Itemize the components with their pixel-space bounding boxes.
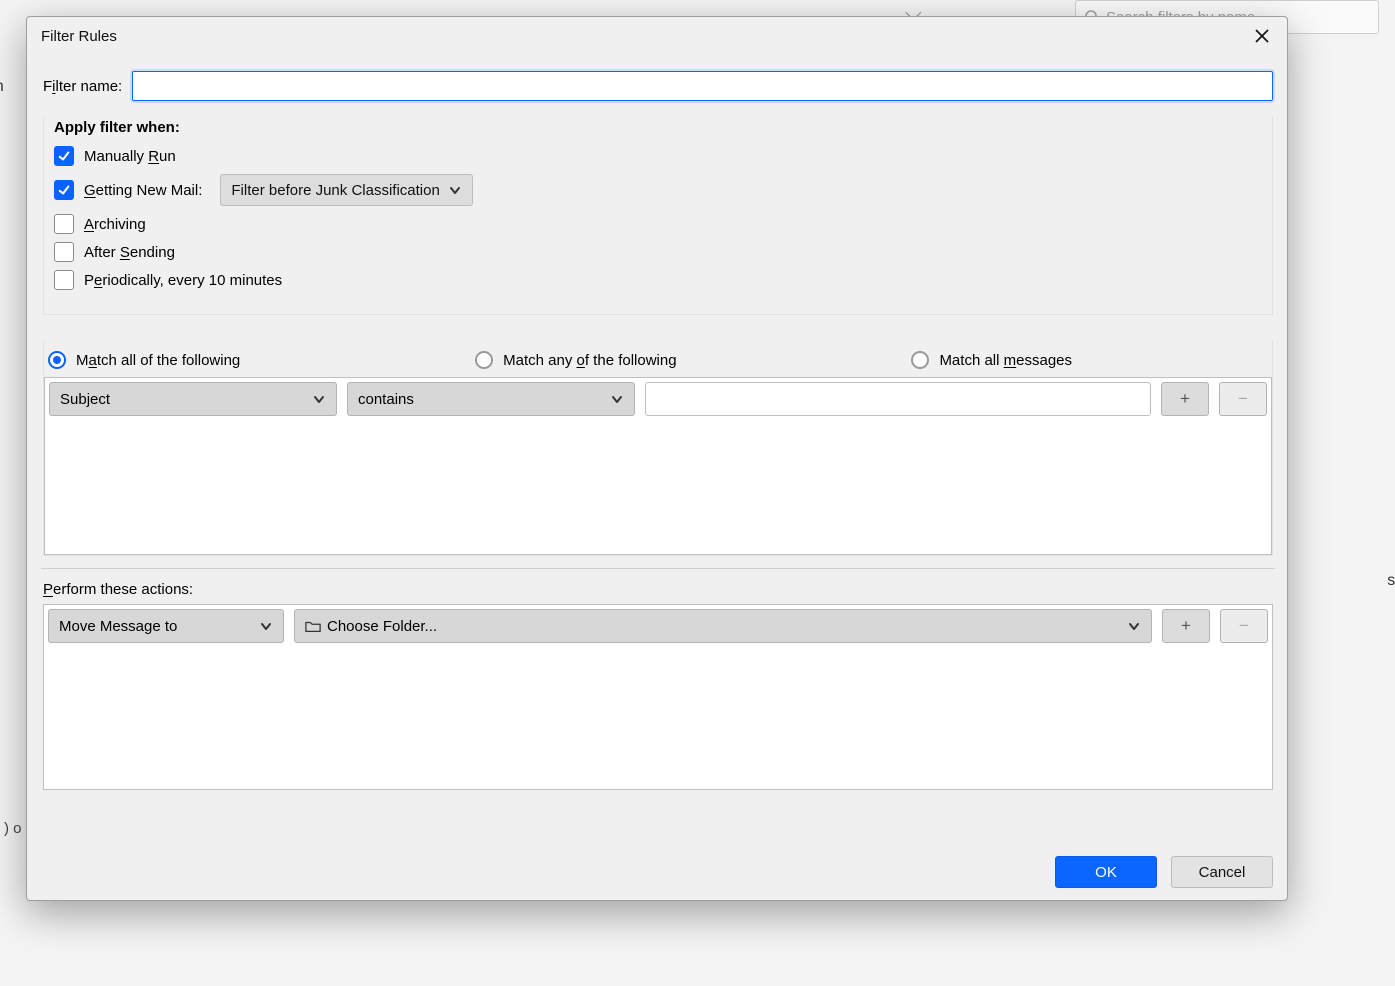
- apply-when-section: Apply filter when: Manually Run Getting …: [43, 117, 1273, 315]
- junk-classification-select[interactable]: Filter before Junk Classification: [220, 174, 472, 206]
- action-folder-select[interactable]: Choose Folder...: [294, 609, 1152, 643]
- condition-field-value: Subject: [60, 391, 110, 408]
- background-right-text: se t: [1387, 572, 1395, 590]
- match-all-label: Match all of the following: [76, 352, 240, 369]
- close-button[interactable]: [1247, 22, 1277, 50]
- filter-name-label: Filter name:: [43, 78, 122, 95]
- add-action-button[interactable]: +: [1162, 609, 1210, 643]
- after-sending-checkbox[interactable]: [54, 242, 74, 262]
- chevron-down-icon: [1127, 619, 1141, 633]
- manually-run-label: Manually Run: [84, 148, 176, 165]
- chevron-down-icon: [610, 392, 624, 406]
- match-all-radio[interactable]: Match all of the following: [48, 351, 240, 369]
- radio-icon: [475, 351, 493, 369]
- dialog-titlebar: Filter Rules: [27, 17, 1287, 55]
- match-all-messages-radio[interactable]: Match all messages: [911, 351, 1072, 369]
- background-left-text: un: [0, 78, 4, 96]
- remove-action-button[interactable]: −: [1220, 609, 1268, 643]
- radio-icon: [48, 351, 66, 369]
- condition-value-input[interactable]: [645, 382, 1151, 416]
- folder-icon: [305, 619, 321, 633]
- apply-when-title: Apply filter when:: [54, 119, 1262, 136]
- condition-row: Subject contains + −: [49, 382, 1267, 416]
- conditions-list: Subject contains + −: [44, 377, 1272, 555]
- chevron-down-icon: [312, 392, 326, 406]
- add-condition-button[interactable]: +: [1161, 382, 1209, 416]
- junk-classification-value: Filter before Junk Classification: [231, 182, 439, 199]
- perform-actions-label: Perform these actions:: [43, 581, 1273, 598]
- manually-run-checkbox[interactable]: [54, 146, 74, 166]
- close-icon: [1255, 29, 1269, 43]
- after-sending-label: After Sending: [84, 244, 175, 261]
- chevron-down-icon: [448, 183, 462, 197]
- action-type-select[interactable]: Move Message to: [48, 609, 284, 643]
- section-divider: [41, 568, 1275, 569]
- radio-icon: [911, 351, 929, 369]
- match-any-label: Match any of the following: [503, 352, 676, 369]
- filter-name-input[interactable]: [132, 71, 1273, 101]
- match-section: Match all of the following Match any of …: [43, 341, 1273, 556]
- cancel-button[interactable]: Cancel: [1171, 856, 1273, 888]
- check-icon: [58, 150, 70, 162]
- condition-operator-select[interactable]: contains: [347, 382, 635, 416]
- action-folder-value: Choose Folder...: [327, 618, 437, 635]
- actions-list: Move Message to Choose Folder... + −: [43, 604, 1273, 790]
- filter-rules-dialog: Filter Rules Filter name: Apply filter w…: [26, 16, 1288, 901]
- ok-button[interactable]: OK: [1055, 856, 1157, 888]
- check-icon: [58, 184, 70, 196]
- remove-condition-button[interactable]: −: [1219, 382, 1267, 416]
- background-bottom-text: ) o: [4, 820, 22, 837]
- condition-operator-value: contains: [358, 391, 414, 408]
- action-type-value: Move Message to: [59, 618, 177, 635]
- match-any-radio[interactable]: Match any of the following: [475, 351, 676, 369]
- periodically-checkbox[interactable]: [54, 270, 74, 290]
- condition-field-select[interactable]: Subject: [49, 382, 337, 416]
- getting-new-mail-checkbox[interactable]: [54, 180, 74, 200]
- periodically-label: Periodically, every 10 minutes: [84, 272, 282, 289]
- archiving-checkbox[interactable]: [54, 214, 74, 234]
- match-all-messages-label: Match all messages: [939, 352, 1072, 369]
- dialog-footer: OK Cancel: [27, 842, 1287, 900]
- getting-new-mail-label: Getting New Mail:: [84, 182, 202, 199]
- chevron-down-icon: [259, 619, 273, 633]
- archiving-label: Archiving: [84, 216, 146, 233]
- action-row: Move Message to Choose Folder... + −: [48, 609, 1268, 643]
- dialog-title: Filter Rules: [41, 28, 117, 45]
